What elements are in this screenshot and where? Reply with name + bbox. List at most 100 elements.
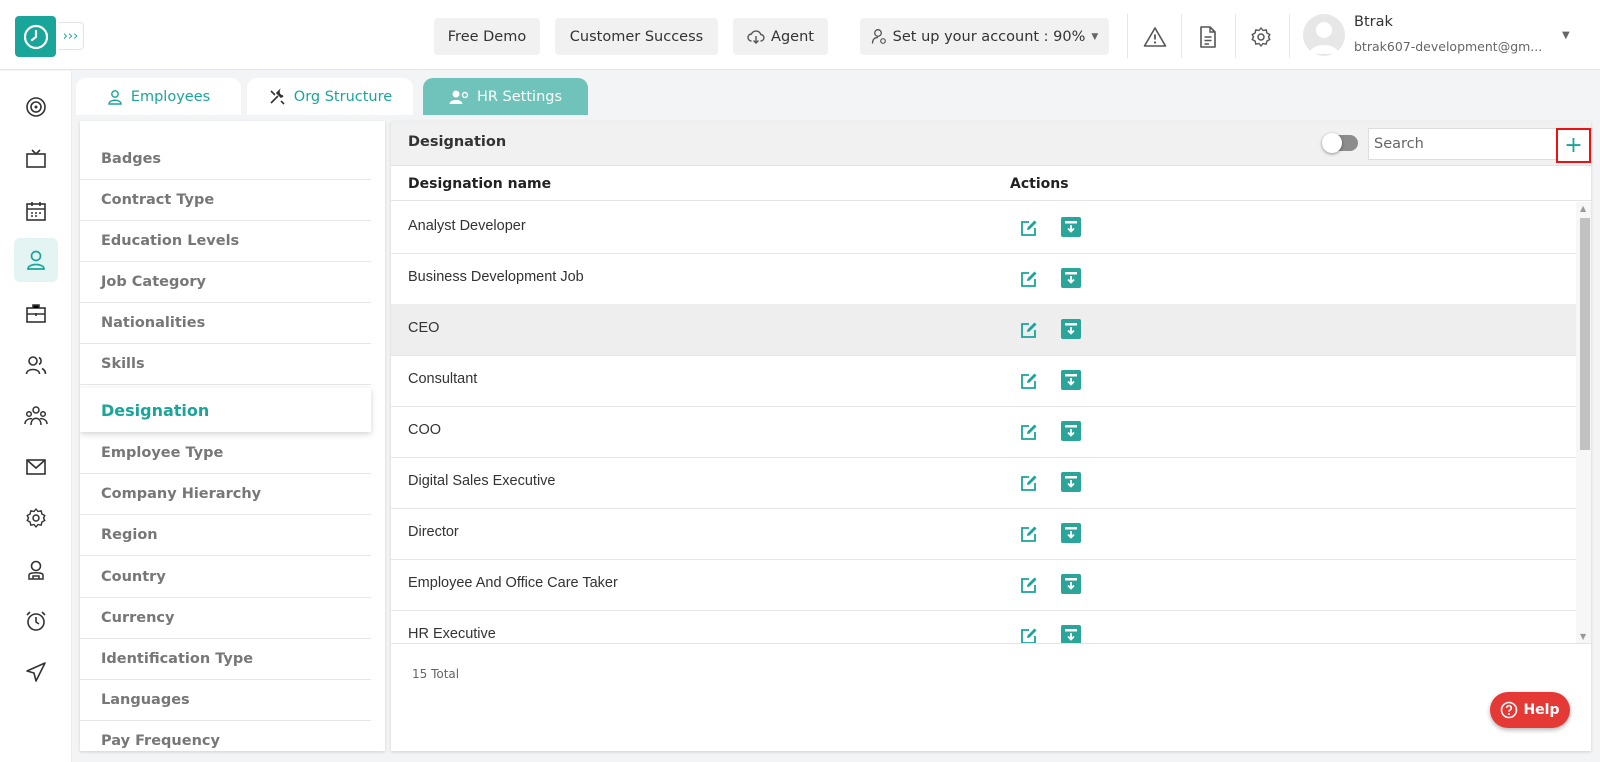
designation-name: Consultant: [408, 371, 478, 387]
tools-icon: [270, 87, 285, 105]
user-name[interactable]: Btrak: [1354, 14, 1393, 30]
cloud-download-icon: [747, 29, 765, 44]
designation-table-body: Analyst Developer Business Development J…: [391, 202, 1576, 643]
menu-item-currency[interactable]: Currency: [80, 598, 371, 639]
menu-item-skills[interactable]: Skills: [80, 344, 371, 385]
tab-hr-settings[interactable]: HR Settings: [423, 78, 588, 115]
tab-employees[interactable]: Employees: [76, 78, 241, 115]
settings-gear-icon[interactable]: [1246, 22, 1276, 52]
table-row[interactable]: Digital Sales Executive: [391, 457, 1576, 509]
edit-icon[interactable]: [1020, 270, 1038, 288]
top-bar: ››› Free Demo Customer Success Agent Set…: [0, 0, 1600, 70]
setup-account-dropdown[interactable]: Set up your account : 90% ▼: [860, 18, 1109, 55]
expand-sidebar-chevrons-icon[interactable]: ›››: [58, 22, 84, 50]
table-row[interactable]: HR Executive: [391, 610, 1576, 643]
user-setup-icon: [871, 29, 886, 44]
edit-icon[interactable]: [1020, 525, 1038, 543]
free-demo-button[interactable]: Free Demo: [434, 18, 540, 55]
customer-success-button[interactable]: Customer Success: [555, 18, 718, 55]
users-icon[interactable]: [14, 343, 58, 387]
tab-org-structure[interactable]: Org Structure: [247, 78, 413, 115]
user-icon[interactable]: [14, 238, 58, 282]
user-menu-caret-icon[interactable]: ▼: [1562, 30, 1570, 41]
scroll-down-arrow-icon[interactable]: ▼: [1580, 632, 1586, 641]
table-scrollbar[interactable]: ▲ ▼: [1576, 202, 1591, 643]
user-badge-icon[interactable]: [14, 548, 58, 592]
calendar-icon[interactable]: [14, 189, 58, 233]
menu-item-country[interactable]: Country: [80, 557, 371, 598]
panel-header: Designation +: [391, 121, 1591, 166]
question-circle-icon: [1501, 701, 1518, 719]
edit-icon[interactable]: [1020, 423, 1038, 441]
designation-name: Employee And Office Care Taker: [408, 575, 618, 591]
column-actions: Actions: [1010, 176, 1069, 192]
table-row[interactable]: Business Development Job: [391, 253, 1576, 305]
column-designation-name[interactable]: Designation name: [408, 176, 551, 192]
menu-item-languages[interactable]: Languages: [80, 680, 371, 721]
edit-icon[interactable]: [1020, 372, 1038, 390]
edit-icon[interactable]: [1020, 219, 1038, 237]
briefcase-icon[interactable]: [14, 291, 58, 335]
menu-item-company-hierarchy[interactable]: Company Hierarchy: [80, 474, 371, 515]
designation-name: Director: [408, 524, 459, 540]
table-row[interactable]: Consultant: [391, 355, 1576, 407]
archive-icon[interactable]: [1061, 217, 1081, 237]
warning-icon[interactable]: [1140, 22, 1170, 52]
table-row[interactable]: Analyst Developer: [391, 202, 1576, 254]
archive-icon[interactable]: [1061, 421, 1081, 441]
designation-panel: Designation + Designation name Actions A…: [391, 121, 1591, 751]
total-count: 15 Total: [412, 667, 460, 681]
send-icon[interactable]: [14, 650, 58, 694]
scrollbar-thumb[interactable]: [1580, 218, 1590, 450]
search-input[interactable]: [1368, 128, 1560, 160]
agent-button[interactable]: Agent: [733, 18, 828, 55]
archive-icon[interactable]: [1061, 370, 1081, 390]
alarm-clock-icon[interactable]: [14, 599, 58, 643]
designation-name: COO: [408, 422, 442, 438]
edit-icon[interactable]: [1020, 321, 1038, 339]
menu-item-nationalities[interactable]: Nationalities: [80, 303, 371, 344]
archive-icon[interactable]: [1061, 319, 1081, 339]
edit-icon[interactable]: [1020, 576, 1038, 594]
menu-item-education-levels[interactable]: Education Levels: [80, 221, 371, 262]
user-avatar[interactable]: [1303, 14, 1345, 56]
help-button[interactable]: Help: [1490, 692, 1570, 728]
menu-item-employee-type[interactable]: Employee Type: [80, 433, 371, 474]
menu-item-job-category[interactable]: Job Category: [80, 262, 371, 303]
edit-icon[interactable]: [1020, 474, 1038, 492]
archive-icon[interactable]: [1061, 625, 1081, 643]
archive-icon[interactable]: [1061, 472, 1081, 492]
table-row[interactable]: Director: [391, 508, 1576, 560]
archive-icon[interactable]: [1061, 268, 1081, 288]
caret-down-icon: ▼: [1091, 31, 1099, 42]
divider: [1289, 14, 1290, 58]
tv-icon[interactable]: [14, 137, 58, 181]
team-icon[interactable]: [14, 394, 58, 438]
menu-item-badges[interactable]: Badges: [80, 139, 371, 180]
edit-icon[interactable]: [1020, 627, 1038, 643]
archive-toggle[interactable]: [1322, 133, 1358, 153]
divider: [391, 643, 1591, 644]
archive-icon[interactable]: [1061, 574, 1081, 594]
table-row[interactable]: Employee And Office Care Taker: [391, 559, 1576, 611]
mail-icon[interactable]: [14, 445, 58, 489]
add-designation-button[interactable]: +: [1556, 128, 1591, 163]
designation-name: Business Development Job: [408, 269, 584, 285]
menu-item-pay-frequency[interactable]: Pay Frequency: [80, 721, 371, 751]
scroll-up-arrow-icon[interactable]: ▲: [1580, 204, 1586, 213]
settings-gear-icon[interactable]: [14, 496, 58, 540]
user-settings-icon: [449, 90, 469, 104]
menu-item-region[interactable]: Region: [80, 515, 371, 556]
user-email[interactable]: btrak607-development@gm...: [1354, 39, 1542, 54]
menu-item-designation[interactable]: Designation: [80, 388, 371, 432]
menu-item-identification-type[interactable]: Identification Type: [80, 639, 371, 680]
dashboard-target-icon[interactable]: [14, 85, 58, 129]
table-row[interactable]: CEO: [391, 304, 1576, 356]
table-row[interactable]: COO: [391, 406, 1576, 458]
archive-icon[interactable]: [1061, 523, 1081, 543]
document-icon[interactable]: [1193, 22, 1223, 52]
divider: [1181, 14, 1182, 58]
divider: [1235, 14, 1236, 58]
app-logo-clock-icon[interactable]: [15, 16, 56, 57]
menu-item-contract-type[interactable]: Contract Type: [80, 180, 371, 221]
